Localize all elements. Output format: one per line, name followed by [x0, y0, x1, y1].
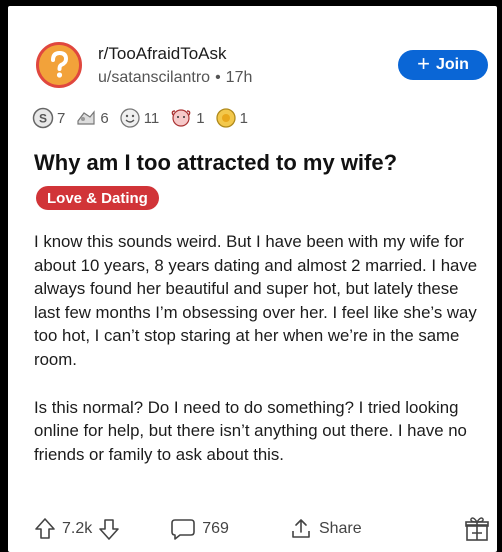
silver-award-icon: S: [32, 107, 54, 129]
post-body-paragraph: Is this normal? Do I need to do somethin…: [34, 397, 467, 464]
plus-icon: +: [417, 51, 430, 76]
awards-row[interactable]: S 7 6 11 1 1: [32, 106, 254, 130]
award-silver: S 7: [32, 107, 65, 129]
author-link[interactable]: u/satanscilantro: [98, 69, 210, 86]
post-flair[interactable]: Love & Dating: [36, 186, 159, 210]
gold-sun-award-icon: [215, 108, 236, 128]
award-hugz: 1: [169, 107, 205, 129]
post-age: 17h: [225, 69, 253, 86]
post-header: r/TooAfraidToAsk u/satanscilantro • 17h + …: [28, 36, 488, 96]
wholesome-award-icon: [120, 108, 140, 128]
award-wholesome: 11: [119, 107, 160, 129]
helpful-award-icon: [77, 110, 95, 125]
comment-count: 769: [202, 520, 229, 537]
question-mark-icon: [39, 45, 79, 85]
award-helpful: 6: [75, 107, 109, 129]
meta-separator: •: [215, 69, 221, 86]
post-body: I know this sounds weird. But I have bee…: [34, 230, 486, 490]
award-count: 1: [239, 109, 248, 127]
comment-bubble-icon: [171, 519, 196, 540]
share-icon: [292, 519, 310, 538]
downvote-arrow-icon[interactable]: [98, 517, 120, 541]
vote-count: 7.2k: [62, 520, 93, 537]
award-gold: 1: [215, 107, 248, 129]
award-button[interactable]: [464, 515, 490, 543]
upvote-arrow-icon[interactable]: [34, 517, 56, 541]
subreddit-name[interactable]: r/TooAfraidToAsk: [98, 44, 227, 64]
post-actions: 7.2k 769 Share: [30, 511, 490, 547]
join-label: Join: [435, 56, 469, 73]
comments-button[interactable]: 769: [170, 517, 229, 541]
subreddit-avatar[interactable]: [36, 42, 82, 88]
award-count: 11: [143, 109, 160, 127]
hugz-award-icon: [171, 109, 191, 127]
award-count: 6: [100, 109, 109, 127]
video-frame: r/TooAfraidToAsk u/satanscilantro • 17h + …: [0, 0, 502, 552]
join-button[interactable]: + Join: [398, 50, 488, 80]
post-card: r/TooAfraidToAsk u/satanscilantro • 17h + …: [8, 6, 497, 552]
share-label: Share: [318, 520, 362, 537]
post-title[interactable]: Why am I too attracted to my wife?: [34, 150, 397, 176]
vote-control: 7.2k: [34, 517, 120, 541]
award-count: 7: [57, 109, 66, 127]
post-body-paragraph: I know this sounds weird. But I have bee…: [34, 232, 478, 369]
share-button[interactable]: Share: [289, 517, 362, 541]
award-count: 1: [196, 109, 205, 127]
post-meta: u/satanscilantro • 17h: [98, 69, 252, 87]
svg-text:S: S: [39, 112, 47, 126]
gift-icon: [465, 517, 489, 541]
